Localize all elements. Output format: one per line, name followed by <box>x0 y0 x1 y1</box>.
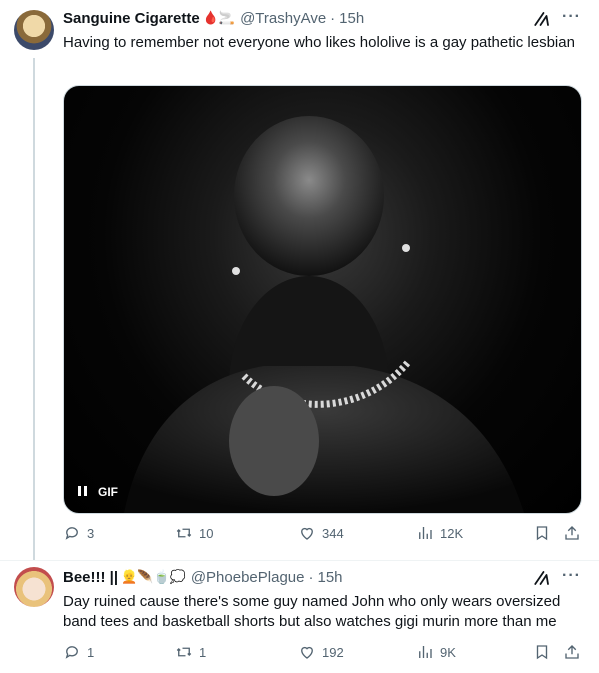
views-button[interactable]: 9K <box>416 643 456 661</box>
name-emojis: 🩸🚬 <box>202 11 236 26</box>
views-button[interactable]: 12K <box>416 524 463 542</box>
retweet-button[interactable]: 10 <box>175 524 213 542</box>
tweet-1[interactable]: Sanguine Cigarette 🩸🚬 @TrashyAve · 15h ·… <box>0 0 599 561</box>
reply-icon <box>65 646 78 659</box>
gif-controls: GIF <box>78 485 118 499</box>
bookmark-button[interactable] <box>533 524 551 542</box>
share-button[interactable] <box>563 524 581 542</box>
retweet-button[interactable]: 1 <box>175 643 206 661</box>
reply-button[interactable]: 3 <box>63 524 94 542</box>
retweet-icon <box>176 647 192 657</box>
like-button[interactable]: 192 <box>298 643 344 661</box>
reply-count: 1 <box>87 644 95 660</box>
tweet-header: Bee!!! || 👱🪶🍵💭 @PhoebePlague · 15h <box>63 569 343 586</box>
bookmark-icon <box>536 645 548 660</box>
action-bar: 1 1 192 9K <box>63 643 587 665</box>
separator-dot: · <box>330 10 336 27</box>
separator-dot: · <box>308 569 314 586</box>
tweet-text: Having to remember not everyone who like… <box>63 34 575 51</box>
heart-icon <box>301 646 313 659</box>
bookmark-button[interactable] <box>533 643 551 661</box>
name-emojis: 👱🪶🍵💭 <box>121 570 186 585</box>
grok-icon[interactable] <box>533 10 551 28</box>
grok-icon[interactable] <box>533 569 551 587</box>
share-icon <box>565 526 579 540</box>
avatar[interactable] <box>14 10 54 50</box>
reply-icon <box>65 527 78 540</box>
thread-line <box>33 58 35 560</box>
tweet-header: Sanguine Cigarette 🩸🚬 @TrashyAve · 15h <box>63 10 364 27</box>
avatar[interactable] <box>14 567 54 607</box>
bookmark-icon <box>536 526 548 541</box>
reply-count: 3 <box>87 525 95 541</box>
more-icon[interactable]: ··· <box>562 8 581 26</box>
tweet-text: Day ruined cause there's some guy named … <box>63 593 561 630</box>
views-icon <box>419 646 432 658</box>
display-name[interactable]: Bee!!! || <box>63 569 118 586</box>
gif-frame <box>124 116 524 513</box>
handle[interactable]: @TrashyAve <box>240 10 326 27</box>
retweet-icon <box>176 528 192 538</box>
pause-icon[interactable] <box>78 486 90 498</box>
retweet-count: 10 <box>199 525 214 541</box>
like-count: 192 <box>322 644 344 660</box>
views-count: 9K <box>440 644 456 660</box>
heart-icon <box>301 527 313 540</box>
like-count: 344 <box>322 525 344 541</box>
more-icon[interactable]: ··· <box>562 567 581 585</box>
gif-media[interactable]: GIF <box>63 85 582 514</box>
retweet-count: 1 <box>199 644 207 660</box>
views-icon <box>419 527 432 539</box>
share-icon <box>565 645 579 659</box>
display-name[interactable]: Sanguine Cigarette <box>63 10 200 27</box>
handle[interactable]: @PhoebePlague <box>191 569 305 586</box>
gif-badge: GIF <box>98 485 118 499</box>
reply-button[interactable]: 1 <box>63 643 94 661</box>
like-button[interactable]: 344 <box>298 524 344 542</box>
timestamp[interactable]: 15h <box>317 569 342 586</box>
views-count: 12K <box>440 525 464 541</box>
timestamp[interactable]: 15h <box>339 10 364 27</box>
action-bar: 3 10 344 12K <box>63 524 587 546</box>
share-button[interactable] <box>563 643 581 661</box>
